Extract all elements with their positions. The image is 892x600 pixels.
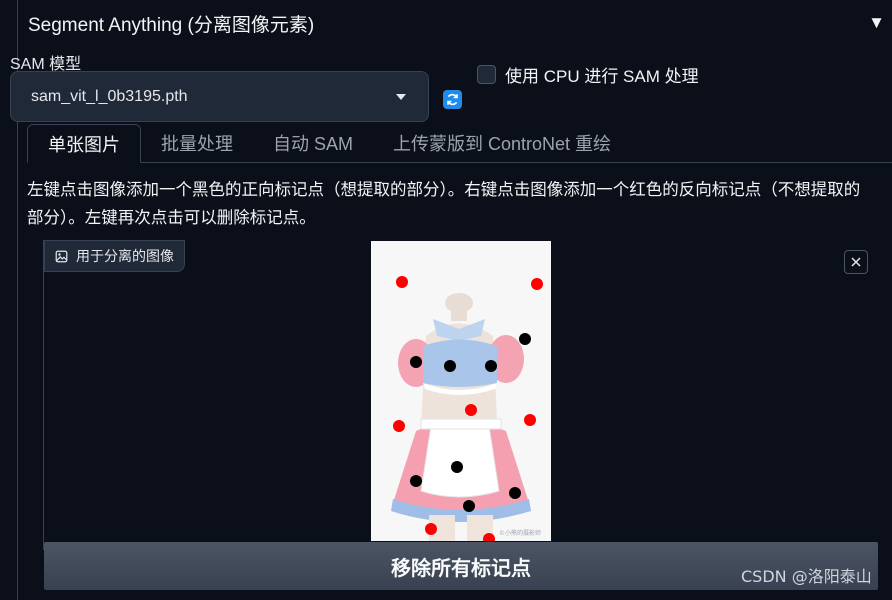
chevron-down-icon	[396, 93, 406, 100]
refresh-icon	[447, 93, 458, 106]
image-input[interactable]: 用于分离的图像 ©小熊的摄影师	[43, 240, 892, 550]
instructions-text: 左键点击图像添加一个黑色的正向标记点（想提取的部分）。右键点击图像添加一个红色的…	[27, 181, 861, 227]
maid-outfit-photo: ©小熊的摄影师	[371, 241, 551, 541]
positive-point	[463, 500, 475, 512]
sam-model-selected: sam_vit_l_0b3195.pth	[31, 87, 188, 105]
positive-point	[509, 487, 521, 499]
cpu-checkbox-label: 使用 CPU 进行 SAM 处理	[505, 67, 699, 86]
image-input-label: 用于分离的图像	[44, 240, 185, 272]
tab-bar: 单张图片 批量处理 自动 SAM 上传蒙版到 ControNet 重绘	[27, 124, 892, 163]
collapse-arrow-icon[interactable]: ▼	[868, 13, 885, 33]
accordion-title: Segment Anything (分离图像元素)	[28, 14, 315, 36]
sam-model-dropdown[interactable]: sam_vit_l_0b3195.pth	[10, 71, 429, 122]
clear-image-button[interactable]	[844, 250, 868, 274]
tab-single-image[interactable]: 单张图片	[27, 124, 141, 163]
image-icon	[55, 250, 68, 262]
tab-batch[interactable]: 批量处理	[141, 123, 253, 162]
accordion-header[interactable]: Segment Anything (分离图像元素) ▼	[28, 10, 892, 36]
positive-point	[485, 360, 497, 372]
refresh-model-button[interactable]	[443, 90, 462, 109]
watermark: CSDN @洛阳泰山	[741, 567, 872, 586]
segmentation-image[interactable]: ©小熊的摄影师	[371, 241, 551, 541]
positive-point	[444, 360, 456, 372]
cpu-option[interactable]: 使用 CPU 进行 SAM 处理	[477, 62, 699, 87]
close-icon	[851, 257, 861, 267]
positive-point	[451, 461, 463, 473]
cpu-checkbox[interactable]	[477, 65, 496, 84]
photo-caption: ©小熊的摄影师	[499, 529, 541, 537]
negative-point	[393, 420, 405, 432]
positive-point	[410, 356, 422, 368]
negative-point	[425, 523, 437, 535]
negative-point	[531, 278, 543, 290]
negative-point	[524, 414, 536, 426]
negative-point	[465, 404, 477, 416]
positive-point	[519, 333, 531, 345]
tab-auto-sam[interactable]: 自动 SAM	[253, 123, 373, 162]
negative-point	[396, 276, 408, 288]
positive-point	[410, 475, 422, 487]
tab-upload-mask-controlnet[interactable]: 上传蒙版到 ControNet 重绘	[373, 123, 631, 162]
image-input-label-text: 用于分离的图像	[76, 248, 174, 264]
